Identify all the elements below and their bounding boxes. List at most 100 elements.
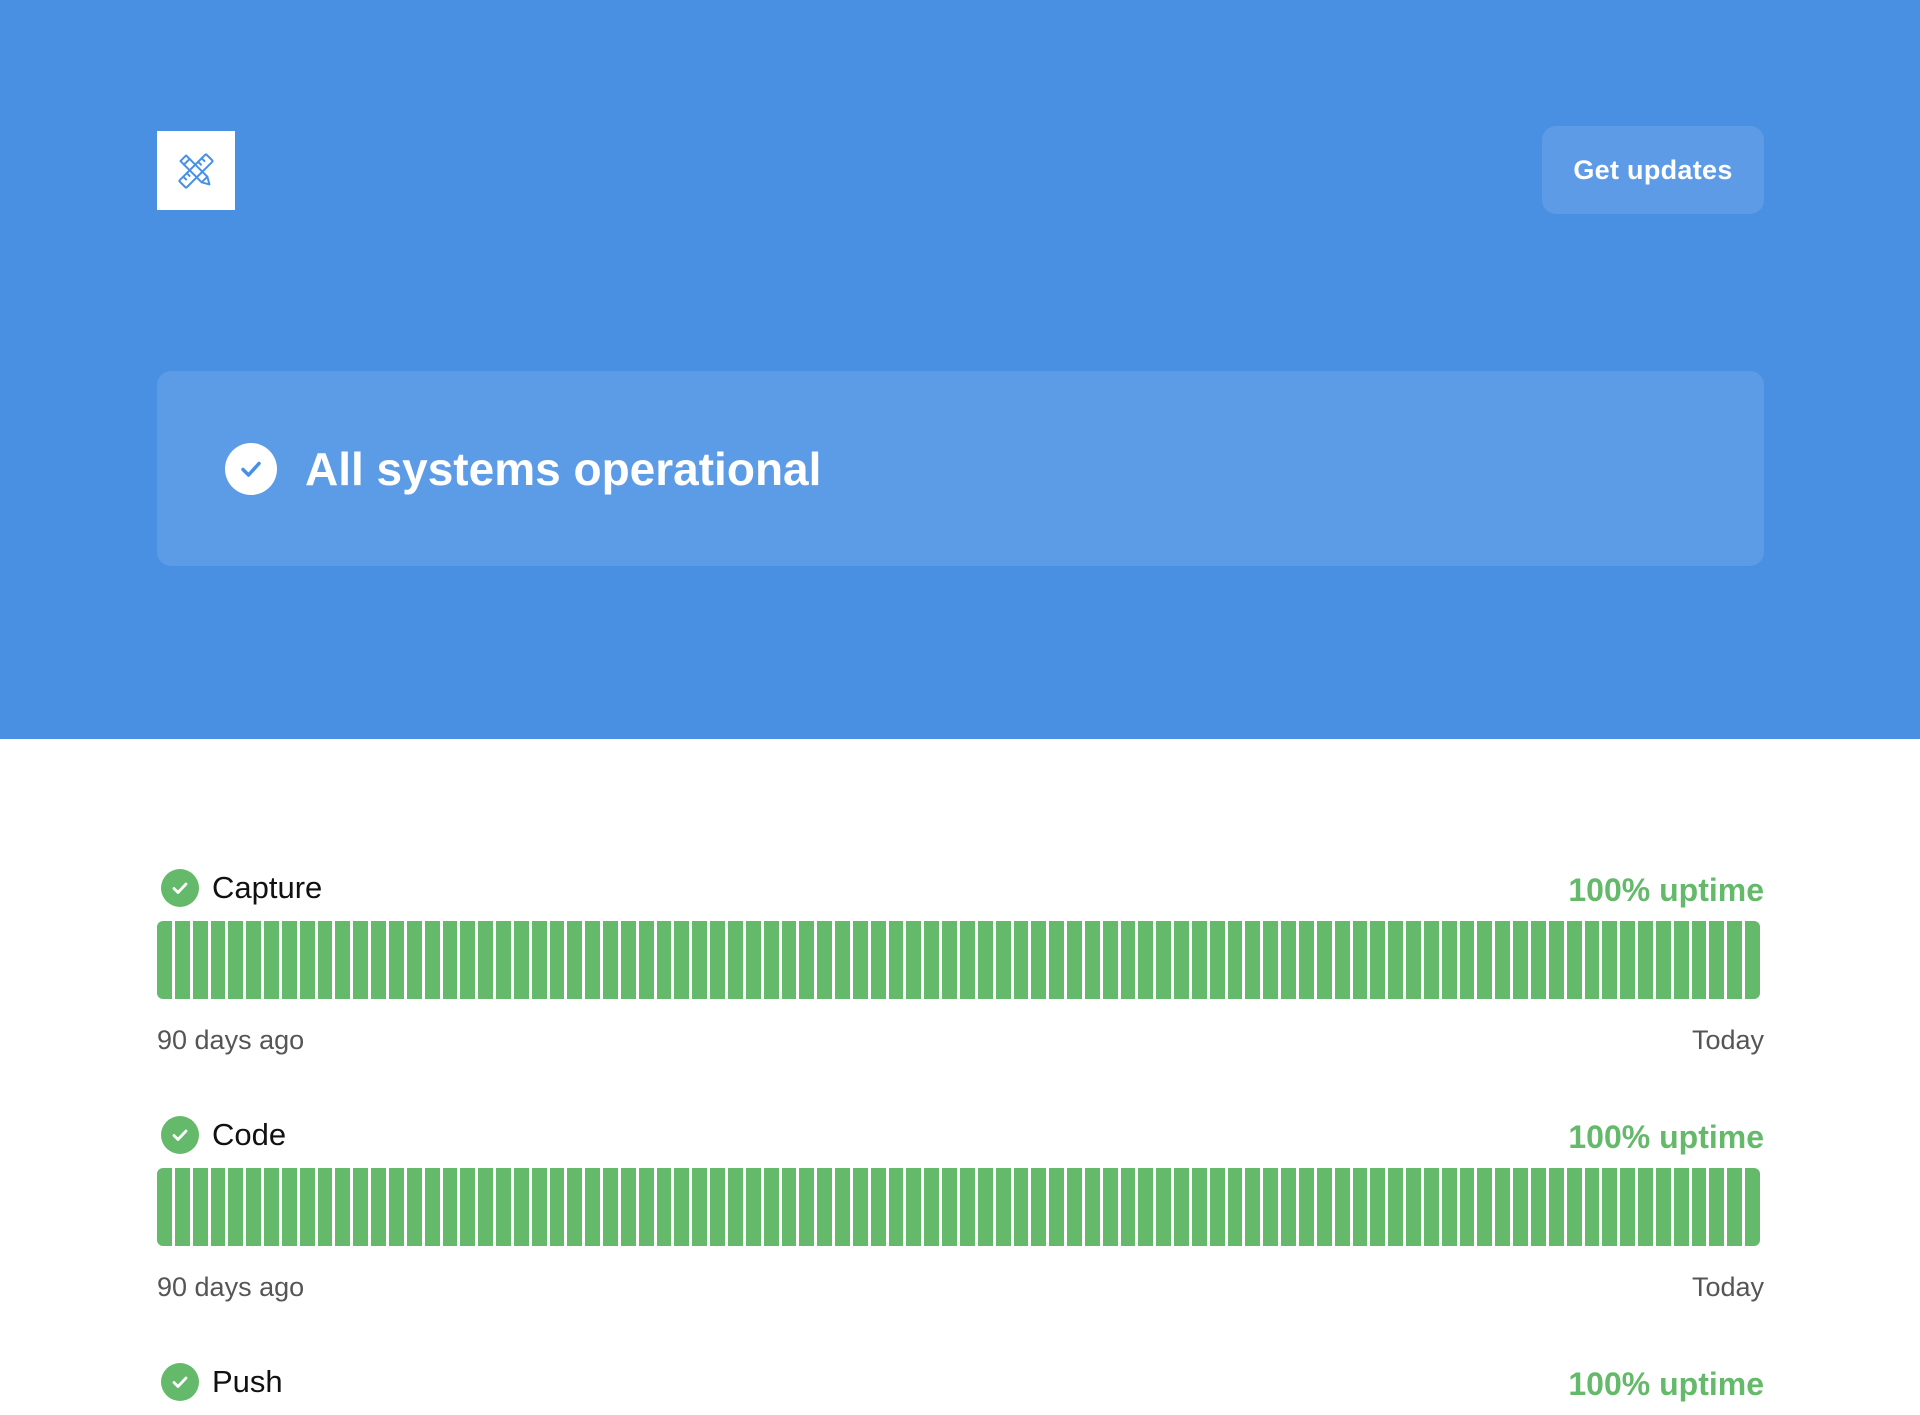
uptime-day-bar[interactable] bbox=[1635, 1168, 1653, 1246]
uptime-day-bar[interactable] bbox=[457, 1168, 476, 1246]
uptime-day-bar[interactable] bbox=[939, 921, 957, 999]
uptime-day-bar[interactable] bbox=[1367, 921, 1386, 999]
uptime-day-bar[interactable] bbox=[1545, 1168, 1564, 1246]
uptime-day-bar[interactable] bbox=[278, 921, 297, 999]
uptime-day-bar[interactable] bbox=[385, 1168, 404, 1246]
uptime-day-bar[interactable] bbox=[1278, 921, 1296, 999]
uptime-day-bar[interactable] bbox=[403, 1168, 422, 1246]
uptime-day-bar[interactable] bbox=[725, 921, 743, 999]
uptime-day-bar[interactable] bbox=[689, 921, 708, 999]
uptime-day-bar[interactable] bbox=[1028, 921, 1047, 999]
uptime-day-bar[interactable] bbox=[1742, 1168, 1760, 1246]
uptime-day-bar[interactable] bbox=[814, 921, 833, 999]
uptime-day-bar[interactable] bbox=[1028, 1168, 1047, 1246]
uptime-day-bar[interactable] bbox=[225, 921, 244, 999]
uptime-day-bar[interactable] bbox=[314, 921, 333, 999]
uptime-day-bar[interactable] bbox=[457, 921, 476, 999]
uptime-day-bar[interactable] bbox=[189, 1168, 208, 1246]
uptime-day-bar[interactable] bbox=[1046, 1168, 1065, 1246]
uptime-day-bar[interactable] bbox=[368, 1168, 386, 1246]
uptime-day-bar[interactable] bbox=[1724, 921, 1743, 999]
uptime-day-bar[interactable] bbox=[1617, 1168, 1636, 1246]
uptime-day-bar[interactable] bbox=[1260, 1168, 1279, 1246]
uptime-day-bar[interactable] bbox=[974, 921, 993, 999]
uptime-day-bar[interactable] bbox=[1527, 921, 1546, 999]
logo[interactable] bbox=[157, 131, 235, 210]
uptime-day-bar[interactable] bbox=[1510, 921, 1528, 999]
uptime-day-bar[interactable] bbox=[546, 1168, 565, 1246]
uptime-day-bar[interactable] bbox=[1117, 1168, 1136, 1246]
uptime-day-bar[interactable] bbox=[1081, 1168, 1100, 1246]
uptime-day-bar[interactable] bbox=[403, 921, 422, 999]
uptime-day-bar[interactable] bbox=[1385, 921, 1404, 999]
uptime-day-bar[interactable] bbox=[439, 921, 458, 999]
uptime-day-bar[interactable] bbox=[725, 1168, 743, 1246]
uptime-day-bar[interactable] bbox=[1117, 921, 1136, 999]
uptime-day-bar[interactable] bbox=[1010, 1168, 1029, 1246]
uptime-day-bar[interactable] bbox=[1242, 1168, 1261, 1246]
uptime-day-bar[interactable] bbox=[225, 1168, 244, 1246]
uptime-day-bar[interactable] bbox=[849, 1168, 868, 1246]
uptime-day-bar[interactable] bbox=[1599, 1168, 1618, 1246]
uptime-day-bar[interactable] bbox=[350, 1168, 369, 1246]
uptime-day-bar[interactable] bbox=[1331, 1168, 1350, 1246]
uptime-day-bar[interactable] bbox=[1492, 1168, 1511, 1246]
uptime-day-bar[interactable] bbox=[635, 1168, 654, 1246]
uptime-day-bar[interactable] bbox=[510, 921, 529, 999]
uptime-day-bar[interactable] bbox=[1206, 1168, 1225, 1246]
uptime-day-bar[interactable] bbox=[1153, 1168, 1172, 1246]
uptime-day-bar[interactable] bbox=[1099, 921, 1118, 999]
uptime-day-bar[interactable] bbox=[1563, 921, 1582, 999]
uptime-day-bar[interactable] bbox=[475, 921, 494, 999]
uptime-day-bar[interactable] bbox=[1492, 921, 1511, 999]
uptime-day-bar[interactable] bbox=[1599, 921, 1618, 999]
uptime-day-bar[interactable] bbox=[368, 921, 386, 999]
uptime-day-bar[interactable] bbox=[617, 1168, 636, 1246]
uptime-day-bar[interactable] bbox=[1510, 1168, 1528, 1246]
uptime-day-bar[interactable] bbox=[1313, 1168, 1332, 1246]
uptime-day-bar[interactable] bbox=[796, 1168, 815, 1246]
uptime-day-bar[interactable] bbox=[1688, 1168, 1707, 1246]
uptime-day-bar[interactable] bbox=[1367, 1168, 1386, 1246]
uptime-day-bar[interactable] bbox=[1420, 1168, 1439, 1246]
uptime-day-bar[interactable] bbox=[261, 921, 279, 999]
uptime-day-bar[interactable] bbox=[600, 921, 618, 999]
uptime-day-bar[interactable] bbox=[296, 1168, 315, 1246]
uptime-day-bar[interactable] bbox=[1296, 921, 1314, 999]
uptime-day-bar[interactable] bbox=[1171, 1168, 1189, 1246]
uptime-day-bar[interactable] bbox=[867, 921, 886, 999]
uptime-day-bar[interactable] bbox=[243, 921, 262, 999]
uptime-day-bar[interactable] bbox=[653, 921, 672, 999]
uptime-day-bar[interactable] bbox=[832, 1168, 850, 1246]
uptime-day-bar[interactable] bbox=[1224, 1168, 1243, 1246]
uptime-day-bar[interactable] bbox=[1188, 1168, 1207, 1246]
uptime-day-bar[interactable] bbox=[1331, 921, 1350, 999]
uptime-day-bar[interactable] bbox=[796, 921, 815, 999]
uptime-day-bar[interactable] bbox=[671, 1168, 690, 1246]
uptime-day-bar[interactable] bbox=[1617, 921, 1636, 999]
uptime-day-bar[interactable] bbox=[1527, 1168, 1546, 1246]
uptime-day-bar[interactable] bbox=[956, 921, 975, 999]
uptime-day-bar[interactable] bbox=[1349, 1168, 1368, 1246]
uptime-day-bar[interactable] bbox=[582, 1168, 601, 1246]
uptime-day-bar[interactable] bbox=[171, 921, 190, 999]
uptime-day-bar[interactable] bbox=[332, 921, 351, 999]
uptime-day-bar[interactable] bbox=[564, 1168, 583, 1246]
uptime-day-bar[interactable] bbox=[1313, 921, 1332, 999]
uptime-day-bar[interactable] bbox=[921, 921, 940, 999]
uptime-day-bar[interactable] bbox=[582, 921, 601, 999]
uptime-day-bar[interactable] bbox=[528, 1168, 547, 1246]
uptime-day-bar[interactable] bbox=[1135, 921, 1154, 999]
uptime-day-bar[interactable] bbox=[207, 1168, 226, 1246]
uptime-day-bar[interactable] bbox=[760, 921, 779, 999]
uptime-day-bar[interactable] bbox=[778, 1168, 797, 1246]
uptime-day-bar[interactable] bbox=[992, 921, 1011, 999]
uptime-day-bar[interactable] bbox=[956, 1168, 975, 1246]
uptime-day-bar[interactable] bbox=[1081, 921, 1100, 999]
uptime-day-bar[interactable] bbox=[1706, 921, 1725, 999]
uptime-day-bar[interactable] bbox=[885, 921, 904, 999]
uptime-day-bar[interactable] bbox=[653, 1168, 672, 1246]
uptime-day-bar[interactable] bbox=[1385, 1168, 1404, 1246]
uptime-day-bar[interactable] bbox=[1456, 1168, 1475, 1246]
uptime-day-bar[interactable] bbox=[1403, 1168, 1421, 1246]
